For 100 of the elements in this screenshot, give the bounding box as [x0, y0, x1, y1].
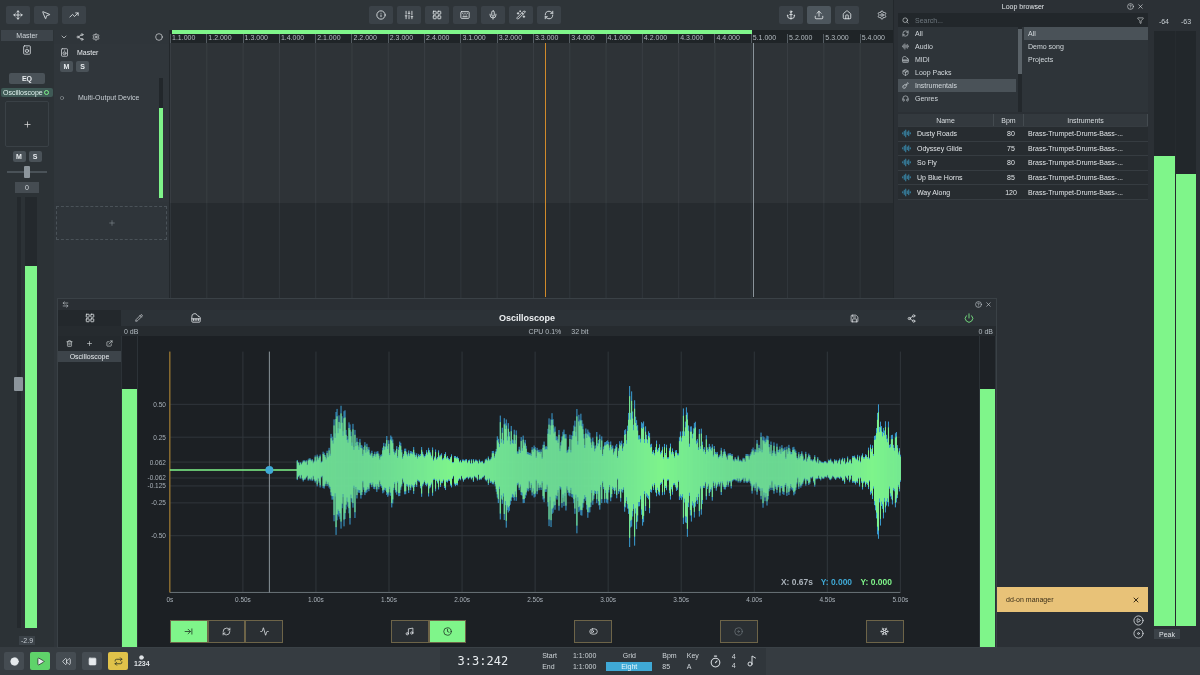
tool-button[interactable]	[425, 6, 449, 24]
export-icon[interactable]	[105, 340, 113, 347]
metronome-icon[interactable]	[708, 654, 722, 668]
waveform-icon	[902, 129, 911, 139]
disc-icon[interactable]	[1133, 628, 1144, 639]
help-icon[interactable]	[975, 301, 982, 308]
info-icon	[376, 10, 386, 20]
play-button[interactable]	[30, 652, 50, 670]
pan-handle[interactable]	[24, 166, 30, 178]
arrow-to-line-icon	[184, 627, 194, 636]
stop-icon	[87, 656, 97, 666]
close-icon[interactable]	[985, 301, 992, 308]
refresh-icon	[544, 10, 554, 20]
close-icon[interactable]	[1132, 595, 1140, 604]
keyboard-icon[interactable]	[191, 313, 201, 323]
microphone-icon	[488, 10, 498, 20]
music-note-icon	[405, 627, 415, 636]
add-track-button[interactable]	[56, 206, 167, 240]
routing-icon[interactable]	[76, 33, 84, 41]
guitar-icon	[902, 82, 909, 89]
tool-button[interactable]	[62, 6, 86, 24]
plus-icon	[107, 219, 116, 227]
tool-button[interactable]	[481, 6, 505, 24]
filter-icon[interactable]	[1137, 16, 1144, 24]
pointer-icon	[41, 10, 51, 20]
loop-button[interactable]	[108, 652, 128, 670]
pencil-icon[interactable]	[135, 314, 143, 322]
refresh-icon	[902, 30, 909, 37]
upload-icon	[814, 10, 824, 20]
plus-icon	[22, 119, 32, 129]
scrollbar[interactable]	[1018, 27, 1022, 112]
package-icon	[902, 69, 909, 76]
snowflake-icon	[880, 627, 890, 636]
stop-button[interactable]	[82, 652, 102, 670]
save-icon[interactable]	[850, 313, 859, 323]
rewind-button[interactable]	[56, 652, 76, 670]
panel-icon	[84, 313, 95, 323]
speaker-icon	[60, 48, 69, 57]
anchor-icon	[786, 10, 796, 20]
tool-button[interactable]	[397, 6, 421, 24]
waveform-icon	[902, 173, 911, 183]
position-display: 3:3:242	[456, 654, 509, 668]
clock-icon	[443, 627, 453, 636]
tool-button[interactable]	[835, 6, 859, 24]
cursor-line[interactable]	[268, 351, 270, 593]
speaker-icon	[22, 45, 32, 55]
settings-icon[interactable]	[92, 33, 100, 41]
waveform-icon	[902, 43, 909, 50]
refresh-icon	[222, 627, 232, 636]
sliders-icon	[404, 10, 414, 20]
circle-icon[interactable]	[155, 33, 163, 41]
keyboard-icon	[460, 10, 470, 20]
sidebar-toggle[interactable]	[58, 310, 121, 326]
loop-icon	[113, 656, 123, 666]
tool-button[interactable]	[779, 6, 803, 24]
ramp-icon	[69, 10, 79, 20]
scope-button[interactable]	[428, 620, 467, 643]
dot-icon	[139, 655, 145, 660]
cursor-handle[interactable]	[265, 466, 274, 474]
tool-button[interactable]	[6, 6, 30, 24]
tool-button[interactable]	[369, 6, 393, 24]
dropdown-icon[interactable]	[60, 33, 68, 41]
cursor-readout: X: 0.67s	[780, 577, 813, 588]
waveform-icon	[902, 158, 911, 168]
trash-icon[interactable]	[66, 340, 74, 347]
cursor-readout: Y: 0.000	[860, 577, 892, 588]
record-button[interactable]	[4, 652, 24, 670]
move-icon	[13, 10, 23, 20]
swap-icon[interactable]	[62, 301, 69, 308]
rewind-icon	[61, 656, 71, 666]
power-icon[interactable]	[964, 313, 974, 323]
circle-icon[interactable]	[60, 95, 64, 100]
tool-button[interactable]	[453, 6, 477, 24]
tool-button[interactable]	[34, 6, 58, 24]
play-icon[interactable]	[1133, 615, 1144, 626]
wand-icon	[516, 10, 526, 20]
record-icon	[9, 656, 19, 666]
scope-button[interactable]	[865, 620, 904, 643]
tool-button[interactable]	[807, 6, 831, 24]
help-icon[interactable]	[1127, 3, 1134, 10]
routing-icon[interactable]	[907, 313, 916, 323]
waveform-icon	[902, 143, 911, 153]
cursor-readout: Y: 0.000	[820, 577, 853, 588]
window-title: Oscilloscope	[499, 313, 555, 323]
grid-icon	[432, 10, 442, 20]
music-note-icon[interactable]	[745, 655, 758, 667]
settings-icon[interactable]	[877, 10, 887, 20]
home-icon	[842, 10, 852, 20]
tool-button[interactable]	[537, 6, 561, 24]
keyboard-icon	[902, 56, 909, 63]
waveform-icon	[902, 187, 911, 197]
play-icon	[35, 656, 45, 666]
wave-icon	[259, 627, 269, 636]
headphones-icon	[902, 95, 909, 102]
fader-handle[interactable]	[14, 376, 23, 391]
toggle-icon	[588, 627, 598, 636]
plus-icon[interactable]	[86, 340, 93, 347]
search-icon	[902, 16, 909, 24]
tool-button[interactable]	[509, 6, 533, 24]
close-icon[interactable]	[1137, 3, 1144, 10]
